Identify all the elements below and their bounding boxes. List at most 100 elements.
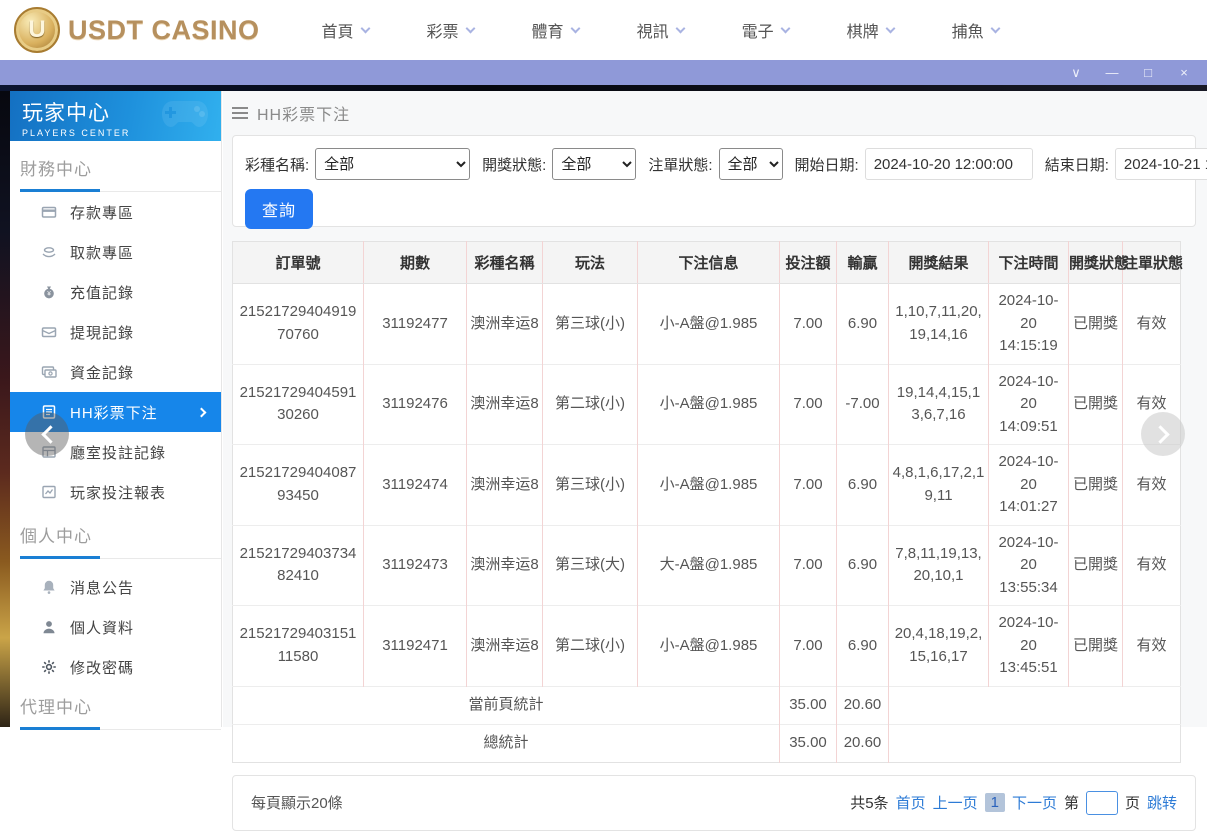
cell-period: 31192476 [364,364,467,445]
nav-item-sports[interactable]: 體育 [532,18,579,42]
cell-play: 第三球(大) [543,525,638,606]
cell-period: 31192473 [364,525,467,606]
bets-table: 訂單號 期數 彩種名稱 玩法 下注信息 投注額 輸贏 開獎結果 下注時間 開獎狀… [232,241,1181,763]
query-button[interactable]: 查詢 [245,189,313,229]
sidebar-item-withdrawal-record[interactable]: 提現記錄 [10,312,221,352]
sidebar-item-deposit[interactable]: 存款專區 [10,192,221,232]
cell-bet-time: 2024-10-20 13:45:51 [989,606,1069,687]
page-summary-label: 當前頁統計 [233,686,780,724]
brand-name: USDT CASINO [68,15,260,46]
nav-label: 體育 [532,18,564,42]
cell-bet-info: 大-A盤@1.985 [638,525,780,606]
sidebar-item-profile[interactable]: 個人資料 [10,607,221,647]
col-period: 期數 [364,242,467,284]
start-date-input[interactable] [865,148,1033,180]
window-body: 玩家中心 PLAYERS CENTER 財務中心 存款專區 取款專區 ¥ 充值記… [0,85,1207,727]
section-finance: 財務中心 [10,141,221,192]
chevron-down-icon [780,24,790,34]
chevron-down-icon [570,24,580,34]
col-bet-amount: 投注額 [780,242,837,284]
chevron-down-icon [465,24,475,34]
lottery-label: 彩種名稱: [245,154,309,175]
nav-label: 彩票 [427,18,459,42]
col-win-loss: 輸贏 [837,242,889,284]
cell-win-loss: 6.90 [837,284,889,365]
cell-win-loss: 6.90 [837,525,889,606]
section-agent-label: 代理中心 [20,693,221,718]
end-date-input[interactable] [1115,148,1207,180]
section-underline [20,556,221,559]
cell-lottery: 澳洲幸运8 [467,364,543,445]
pagination-controls: 共5条 首页 上一页 1 下一页 第 页 跳转 [850,791,1177,815]
cell-play: 第三球(小) [543,445,638,526]
table-row: 2152172940491970760 31192477 澳洲幸运8 第三球(小… [233,284,1181,365]
report-chart-icon [40,484,57,501]
window-minimize-button[interactable]: — [1105,66,1119,79]
sidebar-item-change-password[interactable]: 修改密碼 [10,647,221,687]
sidebar-item-label: 修改密碼 [70,657,134,678]
sidebar-collapse-button[interactable] [25,412,69,456]
section-personal-label: 個人中心 [20,522,221,547]
cell-bet-amount: 7.00 [780,606,837,687]
filter-end-date: 結束日期: [1045,148,1207,180]
total-summary-label: 總統計 [233,724,780,762]
col-draw-result: 開獎結果 [889,242,989,284]
nav-label: 電子 [742,18,774,42]
chevron-down-icon [360,24,370,34]
jump-prefix: 第 [1064,792,1079,813]
main-content: HH彩票下注 彩種名稱: 全部 開獎狀態: 全部 注單狀態: 全部 開始日期: [223,91,1207,727]
cell-draw-result: 7,8,11,19,13,20,10,1 [889,525,989,606]
nav-item-fishing[interactable]: 捕魚 [952,18,999,42]
start-date-label: 開始日期: [795,154,859,175]
money-bag-icon: ¥ [40,284,57,301]
banknotes-icon [40,364,57,381]
nav-item-electronic[interactable]: 電子 [742,18,789,42]
jump-page-input[interactable] [1086,791,1118,815]
nav-item-lottery[interactable]: 彩票 [427,18,474,42]
section-personal: 個人中心 [10,512,221,559]
cell-lottery: 澳洲幸运8 [467,606,543,687]
sidebar-item-label: HH彩票下注 [70,402,158,423]
hamburger-icon[interactable] [232,107,248,119]
sidebar-item-announcements[interactable]: 消息公告 [10,567,221,607]
per-page-text: 每頁顯示20條 [251,792,343,813]
nav-item-home[interactable]: 首頁 [322,18,369,42]
brand-logo[interactable]: U USDT CASINO [14,7,260,53]
cell-period: 31192477 [364,284,467,365]
col-lottery: 彩種名稱 [467,242,543,284]
nav-label: 捕魚 [952,18,984,42]
chevron-down-icon [885,24,895,34]
window-collapse-button[interactable]: ∨ [1069,66,1083,79]
table-row: 2152172940373482410 31192473 澳洲幸运8 第三球(大… [233,525,1181,606]
next-page-link[interactable]: 下一页 [1012,792,1057,813]
cell-lottery: 澳洲幸运8 [467,445,543,526]
sidebar-item-recharge-record[interactable]: ¥ 充值記錄 [10,272,221,312]
sidebar-item-player-bet-report[interactable]: 玩家投注報表 [10,472,221,512]
window-titlebar: ∨ — □ × [0,60,1207,85]
chevron-left-icon [41,425,59,443]
filter-start-date: 開始日期: [795,148,1033,180]
draw-status-select[interactable]: 全部 [552,148,636,180]
window-maximize-button[interactable]: □ [1141,66,1155,79]
background-photo-strip [0,91,10,727]
jump-button[interactable]: 跳转 [1147,792,1177,813]
content-scroll-right-button[interactable] [1141,412,1185,456]
nav-item-chess[interactable]: 棋牌 [847,18,894,42]
cell-period: 31192474 [364,445,467,526]
prev-page-link[interactable]: 上一页 [933,792,978,813]
cell-bet-time: 2024-10-20 13:55:34 [989,525,1069,606]
chevron-down-icon [990,24,1000,34]
sidebar-item-withdraw[interactable]: 取款專區 [10,232,221,272]
lottery-select[interactable]: 全部 [315,148,470,180]
cell-order-id: 2152172940315111580 [233,606,364,687]
sidebar-item-funds-record[interactable]: 資金記錄 [10,352,221,392]
gamepad-icon [159,97,211,131]
col-order-id: 訂單號 [233,242,364,284]
window-close-button[interactable]: × [1177,66,1191,79]
breadcrumb: HH彩票下注 [232,91,1196,135]
nav-item-video[interactable]: 視訊 [637,18,684,42]
chevron-right-icon [1151,425,1169,443]
order-status-select[interactable]: 全部 [719,148,783,180]
first-page-link[interactable]: 首页 [896,792,926,813]
sidebar-item-label: 充值記錄 [70,282,134,303]
